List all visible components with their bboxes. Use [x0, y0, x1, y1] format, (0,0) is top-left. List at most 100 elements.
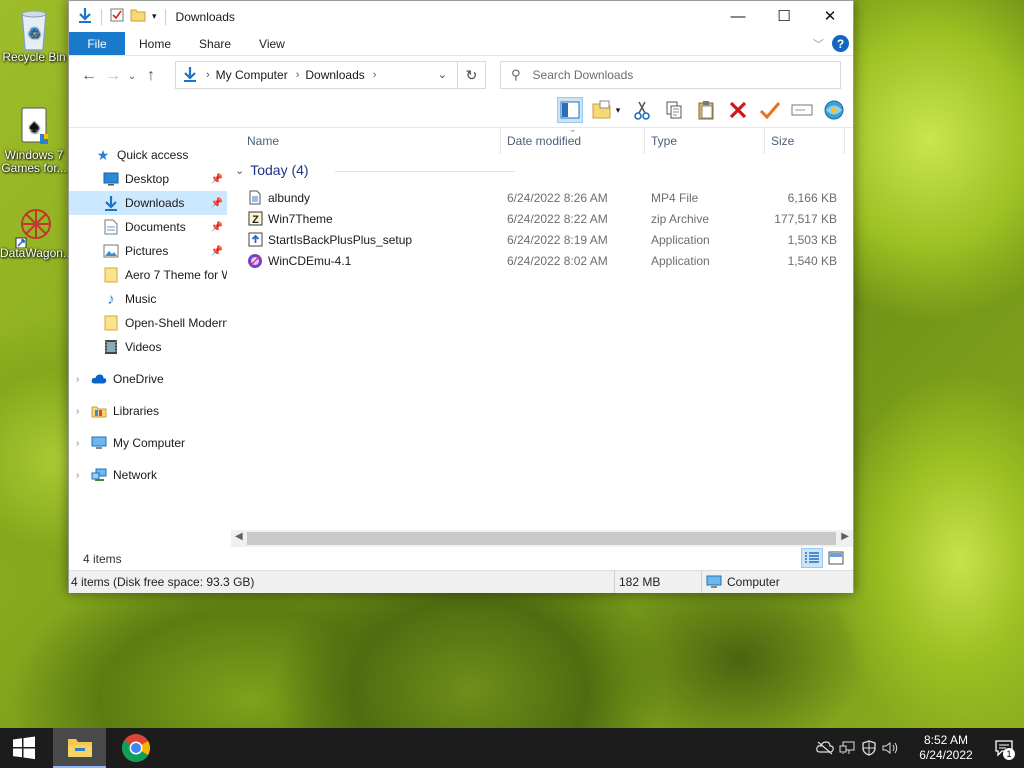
expand-chevron-icon[interactable]: ›	[76, 406, 79, 417]
nav-item-music[interactable]: ♪ Music	[69, 287, 227, 311]
tab-view[interactable]: View	[245, 32, 299, 55]
nav-item-desktop[interactable]: Desktop 📌	[69, 167, 227, 191]
notification-badge: 1	[1003, 748, 1015, 760]
minimize-button[interactable]: —	[715, 1, 761, 31]
close-icon: ✕	[823, 8, 837, 25]
expand-chevron-icon[interactable]: ›	[76, 470, 79, 481]
breadcrumb-downloads[interactable]: Downloads	[305, 68, 364, 82]
help-button[interactable]: ?	[832, 35, 849, 52]
delete-button[interactable]	[725, 97, 751, 123]
nav-item-my-computer[interactable]: › My Computer	[69, 431, 227, 455]
refresh-button[interactable]: ↻	[458, 61, 486, 89]
taskbar-chrome-button[interactable]	[110, 728, 162, 768]
desktop-icon-recycle-bin[interactable]: ♻ Recycle Bin	[0, 8, 68, 64]
desktop-icon-games[interactable]: ♠ Windows 7 Games for...	[0, 106, 68, 175]
address-dropdown-icon[interactable]: ⌄	[438, 68, 447, 81]
start-button[interactable]	[0, 728, 48, 768]
tray-security-shield-icon[interactable]	[858, 728, 880, 768]
expand-ribbon-chevron-icon[interactable]: ﹀	[813, 36, 824, 52]
tab-share[interactable]: Share	[185, 32, 245, 55]
downloads-icon	[103, 195, 119, 211]
folder-icon	[103, 315, 119, 331]
taskbar-file-explorer-button[interactable]	[53, 728, 106, 768]
rename-icon	[791, 104, 813, 116]
paste-button[interactable]	[693, 97, 719, 123]
quick-access-toolbar: ▾	[69, 7, 168, 26]
navigation-pane-toggle-button[interactable]	[557, 97, 583, 123]
status-row: 4 items	[69, 548, 853, 570]
tray-volume-icon[interactable]	[880, 728, 902, 768]
column-header-type[interactable]: Type	[645, 128, 765, 154]
maximize-button[interactable]: ☐	[761, 1, 807, 31]
properties-button[interactable]	[757, 97, 783, 123]
breadcrumb-chevron-icon: ›	[295, 69, 300, 81]
clock[interactable]: 8:52 AM 6/24/2022	[908, 733, 984, 763]
column-header-size[interactable]: Size	[765, 128, 845, 154]
clipboard-icon	[698, 101, 714, 120]
nav-item-network[interactable]: › Network	[69, 463, 227, 487]
nav-item-downloads[interactable]: Downloads 📌	[69, 191, 227, 215]
forward-button[interactable]: →	[101, 67, 125, 85]
file-row-startisback-setup[interactable]: StartIsBackPlusPlus_setup 6/24/2022 8:19…	[231, 229, 853, 250]
breadcrumb-chevron-icon: ›	[206, 69, 210, 81]
properties-icon[interactable]	[110, 8, 124, 25]
pin-icon: 📌	[210, 221, 223, 233]
views-menu-button[interactable]: ▾	[589, 97, 623, 123]
new-folder-icon[interactable]	[130, 8, 146, 25]
content-area: ★ Quick access Desktop 📌 Downloads 📌 Doc…	[69, 124, 853, 546]
downloads-location-icon	[182, 66, 198, 85]
file-explorer-icon	[67, 739, 92, 757]
details-status-bar: 4 items (Disk free space: 93.3 GB) 182 M…	[69, 570, 853, 593]
expand-chevron-icon[interactable]: ›	[76, 438, 79, 449]
recent-locations-chevron-icon[interactable]: ⌄	[125, 71, 139, 82]
clock-date: 6/24/2022	[919, 748, 973, 762]
pin-icon: 📌	[210, 245, 223, 257]
horizontal-scrollbar[interactable]: ◀ ▶	[231, 530, 853, 547]
rename-button[interactable]	[789, 97, 815, 123]
nav-item-aero7-theme-folder[interactable]: Aero 7 Theme for W	[69, 263, 227, 287]
scrollbar-thumb[interactable]	[247, 532, 836, 545]
close-button[interactable]: ✕	[807, 1, 853, 31]
window-title: Downloads	[175, 9, 235, 24]
breadcrumb-my-computer[interactable]: My Computer	[216, 68, 288, 82]
column-header-name[interactable]: Name	[231, 128, 501, 154]
nav-item-onedrive[interactable]: › OneDrive	[69, 367, 227, 391]
nav-item-pictures[interactable]: Pictures 📌	[69, 239, 227, 263]
action-center-button[interactable]: 1	[984, 728, 1024, 768]
large-icons-view-button[interactable]	[825, 548, 847, 568]
tray-cloud-offline-icon[interactable]	[814, 728, 836, 768]
network-icon	[91, 467, 107, 483]
search-placeholder: Search Downloads	[532, 68, 634, 82]
collapse-chevron-icon[interactable]: ⌄	[235, 164, 244, 177]
views-dropdown-chevron-icon: ▾	[615, 104, 621, 115]
copy-icon	[666, 101, 682, 119]
tab-home[interactable]: Home	[125, 32, 185, 55]
nav-item-videos[interactable]: Videos	[69, 335, 227, 359]
shell-globe-button[interactable]	[821, 97, 847, 123]
copy-button[interactable]	[661, 97, 687, 123]
cut-button[interactable]	[629, 97, 655, 123]
up-button[interactable]: ↑	[139, 67, 163, 85]
customize-toolbar-chevron-icon[interactable]: ▾	[152, 11, 157, 22]
file-row-win7theme[interactable]: Z Win7Theme 6/24/2022 8:22 AM zip Archiv…	[231, 208, 853, 229]
search-input[interactable]: ⚲ Search Downloads	[500, 61, 841, 89]
address-bar[interactable]: › My Computer › Downloads › ⌄	[175, 61, 458, 89]
nav-quick-access[interactable]: ★ Quick access	[69, 143, 227, 167]
shell-globe-icon	[824, 100, 844, 120]
desktop-icon-datawagon[interactable]: DataWagon...	[0, 204, 73, 260]
file-row-wincdemu[interactable]: WinCDEmu-4.1 6/24/2022 8:02 AM Applicati…	[231, 250, 853, 271]
tab-file[interactable]: File	[69, 32, 125, 55]
nav-item-open-shell-folder[interactable]: Open-Shell Modern	[69, 311, 227, 335]
sort-caret-icon: ⌄	[569, 124, 577, 134]
tray-network-icon[interactable]	[836, 728, 858, 768]
back-button[interactable]: ←	[77, 67, 101, 85]
group-header-today[interactable]: ⌄ Today (4)	[235, 162, 515, 178]
nav-item-libraries[interactable]: › Libraries	[69, 399, 227, 423]
scroll-left-arrow-icon[interactable]: ◀	[235, 531, 243, 542]
file-list: Name Date modified ⌄ Type Size ⌄ Today (…	[231, 124, 853, 546]
expand-chevron-icon[interactable]: ›	[76, 374, 79, 385]
scroll-right-arrow-icon[interactable]: ▶	[841, 531, 849, 542]
details-view-button[interactable]	[801, 548, 823, 568]
file-row-albundy[interactable]: albundy 6/24/2022 8:26 AM MP4 File 6,166…	[231, 187, 853, 208]
nav-item-documents[interactable]: Documents 📌	[69, 215, 227, 239]
